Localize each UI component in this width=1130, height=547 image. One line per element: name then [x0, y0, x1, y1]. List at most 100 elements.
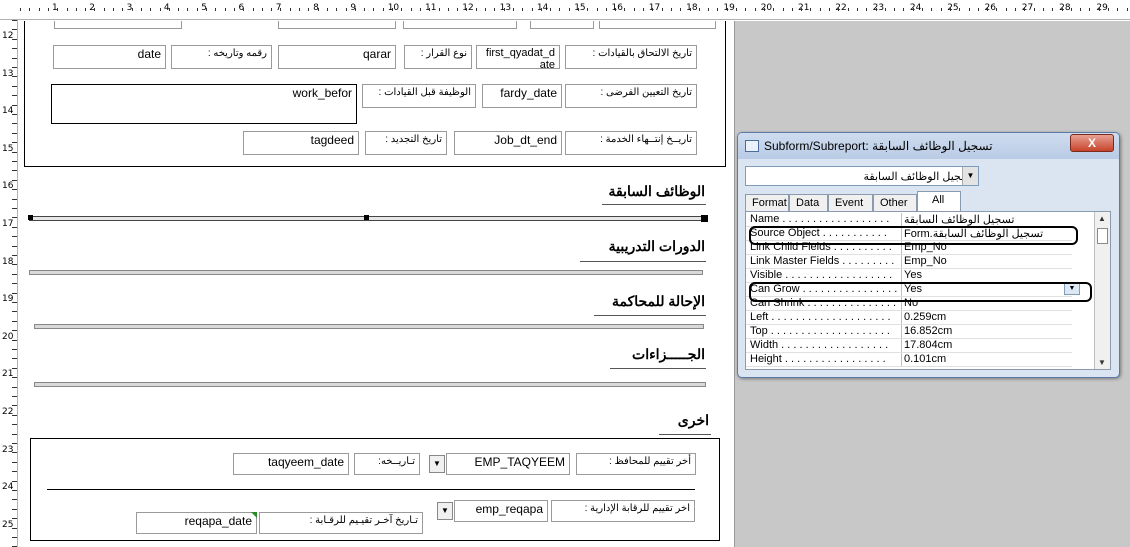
work-befor-label: الوظيفة قبل القيادات :: [362, 84, 476, 108]
ruler-tick: [290, 8, 291, 11]
ruler-tick: [764, 8, 765, 11]
selection-handle-left[interactable]: [28, 215, 33, 220]
report-design-canvas[interactable]: date رقمه وتاريخه : qarar نوع القرار : f…: [19, 21, 733, 547]
reqapa-date-field[interactable]: reqapa_date: [136, 512, 257, 534]
fardy-date-field[interactable]: fardy_date: [482, 84, 562, 108]
property-value[interactable]: 16.852cm: [901, 325, 1072, 339]
property-value[interactable]: Yes: [901, 269, 1072, 283]
ruler-tick: [383, 8, 384, 11]
ruler-tick: [234, 8, 235, 11]
ruler-tick: [346, 8, 347, 11]
scroll-thumb[interactable]: [1097, 228, 1108, 244]
penalties-subform[interactable]: [34, 382, 706, 387]
ruler-tick: [950, 8, 951, 11]
penalties-underline: [610, 368, 706, 369]
property-sheet-window[interactable]: Subform/Subreport: تسجيل الوظائف السابقة…: [737, 132, 1120, 378]
property-row[interactable]: Visible . . . . . . . . . . . . . . . . …: [746, 269, 1094, 283]
ruler-tick: [187, 8, 188, 11]
ruler-tick: [280, 8, 281, 11]
property-value[interactable]: Emp_No: [901, 255, 1072, 269]
property-row[interactable]: Height . . . . . . . . . . . . . . . . .…: [746, 353, 1094, 367]
ruler-tick: [57, 8, 58, 11]
property-value[interactable]: 17.804cm: [901, 339, 1072, 353]
ruler-tick: [12, 396, 17, 397]
ruler-tick: [160, 8, 161, 11]
ruler-tick: [12, 471, 17, 472]
ruler-number: 21: [798, 3, 810, 13]
property-row[interactable]: Top . . . . . . . . . . . . . . . . . . …: [746, 325, 1094, 339]
ruler-tick: [12, 227, 17, 228]
emp-taqyeem-field[interactable]: EMP_TAQYEEM: [446, 453, 570, 475]
ruler-tick: [178, 8, 179, 11]
qarar-field[interactable]: qarar: [278, 45, 396, 69]
property-row[interactable]: Left . . . . . . . . . . . . . . . . . .…: [746, 311, 1094, 325]
scroll-down-icon[interactable]: ▼: [1098, 358, 1106, 367]
property-name: Height . . . . . . . . . . . . . . . . .: [750, 353, 886, 365]
ruler-tick: [783, 8, 784, 11]
ruler-tick: [12, 490, 17, 491]
scroll-up-icon[interactable]: ▲: [1098, 214, 1106, 223]
emp-reqapa-label: اخر تقييم للرقابة الإدارية :: [551, 500, 695, 522]
ruler-tick: [1099, 8, 1100, 11]
ruler-tick: [85, 8, 86, 11]
reqapa-date-label: تـاريخ آخـر تقيـيم للرقـابة :: [259, 512, 423, 534]
ruler-tick: [12, 114, 17, 115]
property-row[interactable]: Name . . . . . . . . . . . . . . . . . .…: [746, 213, 1094, 227]
tab-other[interactable]: Other: [873, 194, 917, 211]
property-value[interactable]: 0.259cm: [901, 311, 1072, 325]
taqyeem-date-field[interactable]: taqyeem_date: [233, 453, 349, 475]
property-name: Name . . . . . . . . . . . . . . . . . .: [750, 213, 890, 225]
ruler-tick: [12, 302, 17, 303]
property-grid-scrollbar[interactable]: ▲ ▼: [1094, 212, 1110, 369]
ruler-tick: [885, 8, 886, 11]
ruler-tick: [1127, 8, 1128, 11]
ruler-tick: [485, 8, 486, 11]
property-name: Left . . . . . . . . . . . . . . . . . .…: [750, 311, 891, 323]
date-field[interactable]: date: [53, 45, 166, 69]
prev-jobs-underline: [602, 204, 706, 205]
tagdeed-field[interactable]: tagdeed: [243, 131, 359, 155]
emp-taqyeem-dropdown-icon[interactable]: ▼: [429, 455, 445, 473]
ruler-tick: [494, 8, 495, 11]
emp-reqapa-dropdown-icon[interactable]: ▼: [437, 502, 453, 520]
ruler-tick: [113, 8, 114, 11]
property-row[interactable]: Width . . . . . . . . . . . . . . . . . …: [746, 339, 1094, 353]
selection-handle-right[interactable]: [701, 215, 708, 222]
tab-data[interactable]: Data: [789, 194, 828, 211]
work-befor-field[interactable]: work_befor: [51, 84, 357, 124]
selection-handle-middle[interactable]: [364, 215, 369, 220]
training-underline: [580, 261, 706, 262]
ruler-tick: [318, 8, 319, 11]
first-qyadat-date-field[interactable]: first_qyadat_d ate: [476, 45, 560, 69]
property-sheet-titlebar[interactable]: Subform/Subreport: تسجيل الوظائف السابقة…: [738, 133, 1119, 159]
property-value[interactable]: 0.101cm: [901, 353, 1072, 367]
trial-subform[interactable]: [34, 324, 704, 329]
ruler-tick: [308, 8, 309, 11]
tab-all[interactable]: All: [917, 191, 961, 212]
ruler-tick: [141, 8, 142, 11]
ruler-tick: [12, 528, 17, 529]
property-row[interactable]: Link Master Fields . . . . . . . . . Emp_…: [746, 255, 1094, 269]
tab-event[interactable]: Event: [828, 194, 873, 211]
object-selector[interactable]: تسجيل الوظائف السابقة ▼: [745, 166, 979, 186]
ruler-tick: [12, 452, 17, 453]
job-dt-end-field[interactable]: Job_dt_end: [454, 131, 562, 155]
ruler-number: 17: [648, 3, 661, 13]
ruler-tick: [12, 199, 17, 200]
ruler-tick: [1108, 8, 1109, 11]
ruler-tick: [959, 8, 960, 11]
training-subform[interactable]: [29, 270, 703, 275]
emp-reqapa-field[interactable]: emp_reqapa: [454, 500, 548, 522]
ruler-tick: [12, 208, 17, 209]
ruler-tick: [401, 8, 402, 11]
property-value[interactable]: تسجيل الوظائف السابقة: [901, 213, 1072, 227]
close-button[interactable]: X: [1070, 134, 1114, 152]
other-underline: [659, 434, 711, 435]
tab-format[interactable]: Format: [745, 194, 789, 211]
training-title: الدورات التدريبية: [608, 238, 705, 254]
chevron-down-icon[interactable]: ▼: [962, 167, 978, 185]
ruler-number: 24: [909, 3, 922, 13]
ruler-tick: [12, 509, 17, 510]
property-name: Top . . . . . . . . . . . . . . . . . . …: [750, 325, 890, 337]
ruler-tick: [12, 76, 17, 77]
